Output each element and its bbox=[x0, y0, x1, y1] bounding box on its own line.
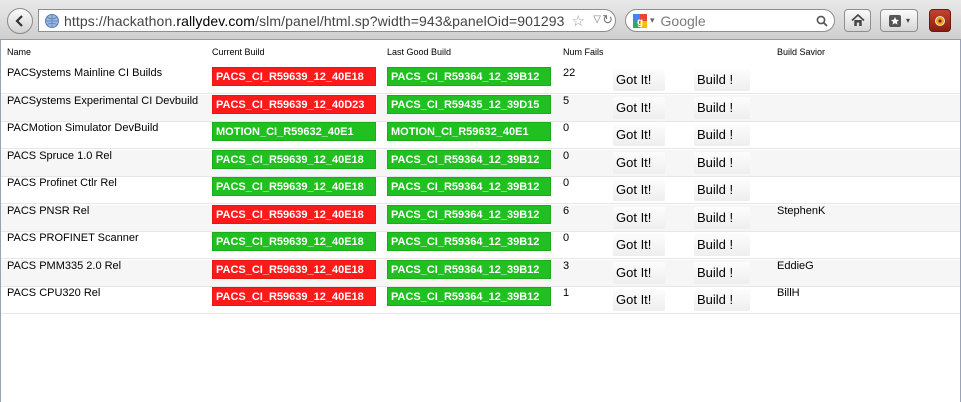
last-good-build-badge[interactable]: PACS_CI_R59364_12_39B12 bbox=[387, 149, 551, 169]
table-row: PACSystems Mainline CI Builds PACS_CI_R59… bbox=[1, 67, 960, 94]
current-build-badge[interactable]: PACS_CI_R59639_12_40D23 bbox=[212, 94, 376, 114]
home-button[interactable] bbox=[844, 9, 871, 32]
num-fails: 5 bbox=[563, 94, 570, 107]
current-build-badge[interactable]: PACS_CI_R59639_12_40E18 bbox=[212, 232, 376, 251]
build-button[interactable]: Build ! bbox=[694, 69, 750, 91]
num-fails: 3 bbox=[563, 259, 570, 272]
current-build-badge[interactable]: MOTION_CI_R59632_40E1 bbox=[212, 122, 376, 141]
build-button[interactable]: Build ! bbox=[694, 206, 750, 229]
got-it-button[interactable]: Got It! bbox=[613, 96, 665, 119]
project-name: PACS Spruce 1.0 Rel bbox=[7, 149, 112, 162]
project-name: PACS CPU320 Rel bbox=[7, 287, 101, 299]
build-button[interactable]: Build ! bbox=[694, 234, 750, 256]
table-row: PACS Profinet Ctlr Rel PACS_CI_R59639_12_… bbox=[1, 177, 960, 204]
current-build-badge[interactable]: PACS_CI_R59639_12_40E18 bbox=[212, 149, 376, 169]
last-good-build-badge[interactable]: PACS_CI_R59435_12_39D15 bbox=[387, 94, 551, 114]
build-savior: EddieG bbox=[777, 259, 814, 272]
url-text: https://hackathon.rallydev.com/slm/panel… bbox=[64, 12, 565, 29]
last-good-build-badge[interactable]: PACS_CI_R59364_12_39B12 bbox=[387, 204, 551, 224]
num-fails: 0 bbox=[563, 232, 570, 244]
current-build-badge[interactable]: PACS_CI_R59639_12_40E18 bbox=[212, 177, 376, 196]
firebug-icon bbox=[935, 15, 945, 26]
table-row: PACSystems Experimental CI Devbuild PACS_… bbox=[1, 94, 960, 122]
num-fails: 22 bbox=[563, 67, 576, 79]
project-name: PACS PNSR Rel bbox=[7, 204, 90, 217]
last-good-build-badge[interactable]: PACS_CI_R59364_12_39B12 bbox=[387, 287, 551, 306]
build-savior: BillH bbox=[777, 287, 800, 299]
back-button[interactable] bbox=[7, 8, 33, 34]
got-it-button[interactable]: Got It! bbox=[613, 124, 665, 146]
history-dropdown-icon[interactable]: ▽ bbox=[593, 14, 601, 25]
search-input[interactable]: Google bbox=[661, 13, 816, 29]
google-icon: g bbox=[633, 13, 647, 28]
current-build-badge[interactable]: PACS_CI_R59639_12_40E18 bbox=[212, 204, 376, 224]
got-it-button[interactable]: Got It! bbox=[613, 261, 665, 284]
current-build-badge[interactable]: PACS_CI_R59639_12_40E18 bbox=[212, 287, 376, 306]
project-name: PACMotion Simulator DevBuild bbox=[7, 122, 159, 134]
last-good-build-header: Last Good Build bbox=[387, 47, 452, 57]
table-row: PACS PMM335 2.0 Rel PACS_CI_R59639_12_40E… bbox=[1, 259, 960, 287]
bookmark-star-icon[interactable]: ☆ bbox=[572, 12, 585, 30]
got-it-button[interactable]: Got It! bbox=[613, 234, 665, 256]
build-button[interactable]: Build ! bbox=[694, 124, 750, 146]
build-savior: StephenK bbox=[777, 204, 826, 217]
table-header: Name Current Build Last Good Build Num F… bbox=[1, 46, 960, 60]
project-name: PACS PROFINET Scanner bbox=[7, 232, 139, 244]
back-arrow-icon bbox=[15, 15, 23, 27]
home-icon bbox=[850, 14, 865, 26]
build-button[interactable]: Build ! bbox=[694, 151, 750, 174]
search-box[interactable]: g ▾ Google bbox=[625, 9, 835, 32]
last-good-build-badge[interactable]: PACS_CI_R59364_12_39B12 bbox=[387, 232, 551, 251]
num-fails: 0 bbox=[563, 149, 570, 162]
build-button[interactable]: Build ! bbox=[694, 289, 750, 311]
bookmarks-star-icon bbox=[888, 14, 901, 27]
build-button[interactable]: Build ! bbox=[694, 261, 750, 284]
project-name: PACS Profinet Ctlr Rel bbox=[7, 177, 117, 189]
table-row: PACS PNSR Rel PACS_CI_R59639_12_40E18 PACS… bbox=[1, 204, 960, 232]
last-good-build-badge[interactable]: PACS_CI_R59364_12_39B12 bbox=[387, 67, 551, 86]
addon-button[interactable] bbox=[929, 9, 951, 32]
last-good-build-badge[interactable]: MOTION_CI_R59632_40E1 bbox=[387, 122, 551, 141]
project-name: PACSystems Mainline CI Builds bbox=[7, 67, 163, 79]
build-button[interactable]: Build ! bbox=[694, 96, 750, 119]
got-it-button[interactable]: Got It! bbox=[613, 289, 665, 311]
table-row: PACS CPU320 Rel PACS_CI_R59639_12_40E18 PA… bbox=[1, 287, 960, 314]
build-savior-header: Build Savior bbox=[777, 47, 826, 57]
bookmarks-button[interactable]: ▾ bbox=[880, 9, 918, 32]
got-it-button[interactable]: Got It! bbox=[613, 69, 665, 91]
current-build-header: Current Build bbox=[212, 47, 265, 57]
build-button[interactable]: Build ! bbox=[694, 179, 750, 201]
table-row: PACS Spruce 1.0 Rel PACS_CI_R59639_12_40E… bbox=[1, 149, 960, 177]
table-row: PACS PROFINET Scanner PACS_CI_R59639_12_4… bbox=[1, 232, 960, 259]
browser-toolbar: https://hackathon.rallydev.com/slm/panel… bbox=[0, 0, 961, 40]
bookmarks-dropdown-icon: ▾ bbox=[905, 16, 910, 25]
current-build-badge[interactable]: PACS_CI_R59639_12_40E18 bbox=[212, 259, 376, 279]
reload-icon[interactable]: ↻ bbox=[602, 12, 613, 28]
last-good-build-badge[interactable]: PACS_CI_R59364_12_39B12 bbox=[387, 259, 551, 279]
name-header: Name bbox=[7, 47, 32, 57]
search-engine-dropdown-icon[interactable]: ▾ bbox=[650, 15, 655, 26]
address-bar[interactable]: https://hackathon.rallydev.com/slm/panel… bbox=[38, 9, 616, 32]
search-icon[interactable] bbox=[816, 15, 828, 27]
globe-icon bbox=[45, 13, 59, 28]
num-fails: 0 bbox=[563, 122, 570, 134]
project-name: PACSystems Experimental CI Devbuild bbox=[7, 94, 199, 107]
num-fails-header: Num Fails bbox=[563, 47, 604, 57]
build-panel: Name Current Build Last Good Build Num F… bbox=[0, 40, 961, 402]
num-fails: 0 bbox=[563, 177, 570, 189]
project-name: PACS PMM335 2.0 Rel bbox=[7, 259, 122, 272]
num-fails: 1 bbox=[563, 287, 570, 299]
last-good-build-badge[interactable]: PACS_CI_R59364_12_39B12 bbox=[387, 177, 551, 196]
got-it-button[interactable]: Got It! bbox=[613, 179, 665, 201]
got-it-button[interactable]: Got It! bbox=[613, 206, 665, 229]
got-it-button[interactable]: Got It! bbox=[613, 151, 665, 174]
table-row: PACMotion Simulator DevBuild MOTION_CI_R5… bbox=[1, 122, 960, 149]
num-fails: 6 bbox=[563, 204, 570, 217]
current-build-badge[interactable]: PACS_CI_R59639_12_40E18 bbox=[212, 67, 376, 86]
svg-text:g: g bbox=[637, 17, 643, 28]
